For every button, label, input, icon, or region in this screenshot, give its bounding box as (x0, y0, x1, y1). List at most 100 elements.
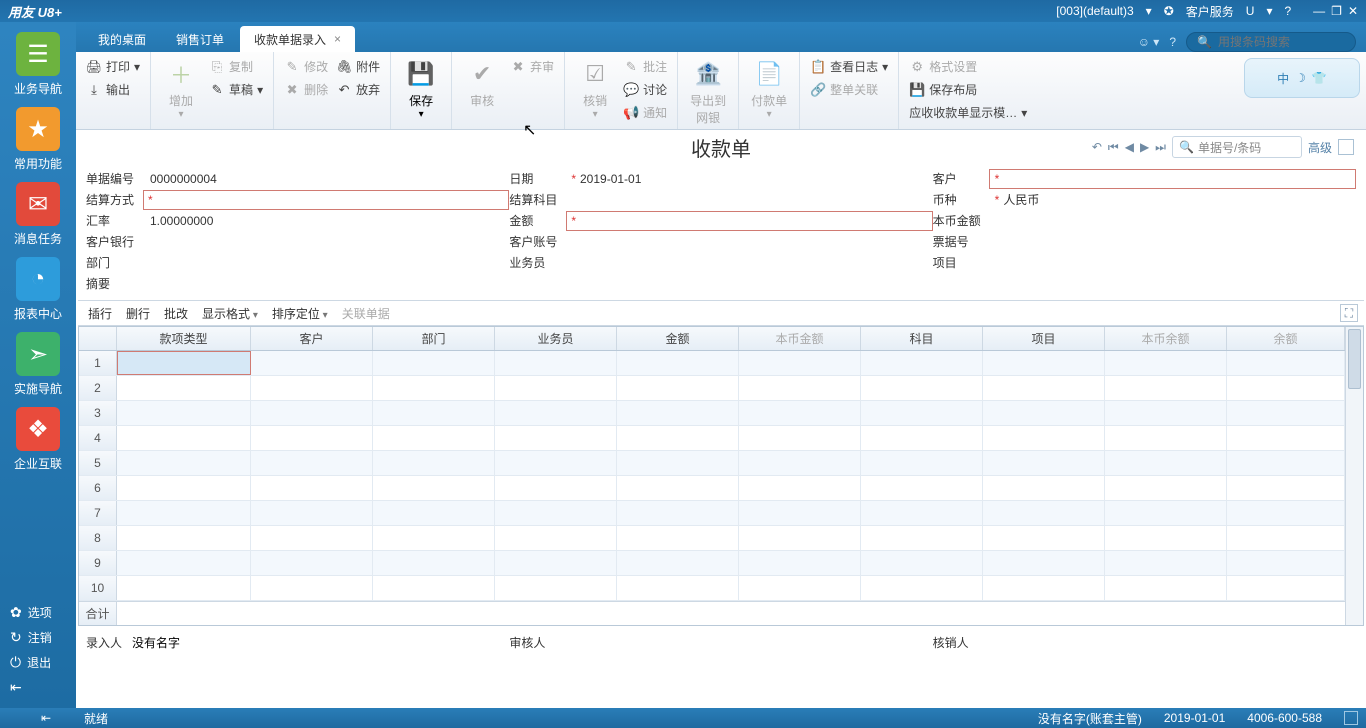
barcode-search-input[interactable] (1218, 35, 1348, 49)
cell[interactable] (495, 576, 617, 600)
cell[interactable] (1105, 426, 1227, 450)
cell[interactable] (617, 376, 739, 400)
cell[interactable] (251, 451, 373, 475)
tab-receipt-entry[interactable]: 收款单据录入× (240, 26, 355, 52)
table-row[interactable]: 3 (79, 401, 1345, 426)
cell[interactable] (117, 451, 251, 475)
cell[interactable] (117, 501, 251, 525)
col-salesman[interactable]: 业务员 (495, 327, 617, 350)
payment-button[interactable]: 📄付款单▾ (745, 56, 793, 122)
field-settleaccount[interactable]: 结算科目 (509, 189, 932, 210)
export-bank-button[interactable]: 🏦导出到网银 (684, 56, 732, 128)
col-dept[interactable]: 部门 (373, 327, 495, 350)
cell[interactable] (617, 426, 739, 450)
last-icon[interactable]: ⏭ (1155, 140, 1166, 155)
cell[interactable] (1227, 351, 1345, 375)
account-label[interactable]: [003](default)3 (1056, 4, 1133, 18)
field-memo[interactable]: 摘要 (86, 273, 1356, 294)
cell[interactable] (117, 476, 251, 500)
expand-icon[interactable]: ⛶ (1340, 304, 1358, 322)
cell[interactable] (739, 501, 861, 525)
cell[interactable] (251, 476, 373, 500)
cell[interactable] (251, 401, 373, 425)
cell[interactable] (1227, 476, 1345, 500)
batch-edit-button[interactable]: 批改 (164, 305, 188, 322)
cell[interactable] (739, 551, 861, 575)
weather-widget[interactable]: 中☽👕 (1244, 58, 1360, 98)
caret-down-icon[interactable]: ▾ (1266, 4, 1272, 18)
cell[interactable] (495, 376, 617, 400)
field-billno[interactable]: 票据号 (933, 231, 1356, 252)
save-button[interactable]: 💾保存▾ (397, 56, 445, 122)
cell[interactable] (983, 426, 1105, 450)
cell[interactable] (1227, 526, 1345, 550)
cell[interactable] (617, 351, 739, 375)
cell[interactable] (1105, 376, 1227, 400)
cell[interactable] (739, 526, 861, 550)
settlemethod-input[interactable] (144, 191, 509, 209)
sidebar-collapse[interactable]: ⇤ (0, 675, 76, 700)
first-icon[interactable]: ⏮ (1108, 140, 1119, 155)
sidebar-logout[interactable]: ↻注销 (0, 625, 76, 650)
cell[interactable] (1227, 376, 1345, 400)
annotate-button[interactable]: ✎批注 (619, 56, 671, 77)
cell[interactable] (373, 451, 495, 475)
col-localamount[interactable]: 本币金额 (739, 327, 861, 350)
copy-button[interactable]: ⎘复制 (205, 56, 267, 77)
col-account[interactable]: 科目 (861, 327, 983, 350)
cell[interactable] (251, 576, 373, 600)
cell[interactable] (861, 551, 983, 575)
field-custbank[interactable]: 客户银行 (86, 231, 509, 252)
status-box-icon[interactable] (1344, 711, 1358, 725)
table-row[interactable]: 4 (79, 426, 1345, 451)
cell[interactable] (861, 376, 983, 400)
cell[interactable] (495, 526, 617, 550)
cell[interactable] (617, 551, 739, 575)
add-button[interactable]: ＋增加▾ (157, 56, 205, 122)
cell[interactable] (617, 401, 739, 425)
doc-search[interactable]: 🔍单据号/条码 (1172, 136, 1302, 158)
attach-button[interactable]: 🖇附件 (332, 56, 384, 77)
sidebar-options[interactable]: ✿选项 (0, 600, 76, 625)
cell[interactable] (983, 576, 1105, 600)
cell[interactable] (1227, 551, 1345, 575)
cell[interactable] (983, 501, 1105, 525)
export-button[interactable]: ⤓输出 (82, 79, 144, 100)
cell[interactable] (1105, 351, 1227, 375)
save-layout-button[interactable]: 💾保存布局 (905, 79, 1031, 100)
cell[interactable] (373, 576, 495, 600)
field-currency[interactable]: 币种*人民币 (933, 189, 1356, 210)
cell[interactable] (117, 401, 251, 425)
format-button[interactable]: ⚙格式设置 (905, 56, 1031, 77)
writeoff-button[interactable]: ☑核销▾ (571, 56, 619, 122)
field-date[interactable]: 日期*2019-01-01 (509, 168, 932, 189)
unaudit-button[interactable]: ✖弃审 (506, 56, 558, 77)
sidebar-exit[interactable]: ⏻退出 (0, 650, 76, 675)
discard-button[interactable]: ↶放弃 (332, 79, 384, 100)
cell[interactable] (1105, 576, 1227, 600)
cell[interactable] (861, 501, 983, 525)
cell[interactable] (495, 476, 617, 500)
cell[interactable] (739, 476, 861, 500)
tab-close-icon[interactable]: × (334, 32, 341, 46)
cell[interactable] (617, 576, 739, 600)
cell[interactable] (861, 526, 983, 550)
maximize-icon[interactable]: ❐ (1331, 4, 1342, 18)
cell[interactable] (117, 551, 251, 575)
cell[interactable] (495, 351, 617, 375)
table-row[interactable]: 8 (79, 526, 1345, 551)
service-label[interactable]: 客户服务 (1186, 3, 1234, 20)
display-template-button[interactable]: 应收收款单显示模…▾ (905, 102, 1031, 123)
cell[interactable] (251, 501, 373, 525)
delete-button[interactable]: ✖删除 (280, 79, 332, 100)
cell[interactable] (373, 401, 495, 425)
col-balance[interactable]: 余额 (1227, 327, 1345, 350)
cell[interactable] (373, 351, 495, 375)
field-salesman[interactable]: 业务员 (509, 252, 932, 273)
tab-salesorder[interactable]: 销售订单 (162, 26, 238, 52)
table-row[interactable]: 1 (79, 351, 1345, 376)
cell[interactable] (983, 451, 1105, 475)
cell[interactable] (251, 426, 373, 450)
globe-icon[interactable]: ✪ (1164, 4, 1174, 18)
close-icon[interactable]: ✕ (1348, 4, 1358, 18)
